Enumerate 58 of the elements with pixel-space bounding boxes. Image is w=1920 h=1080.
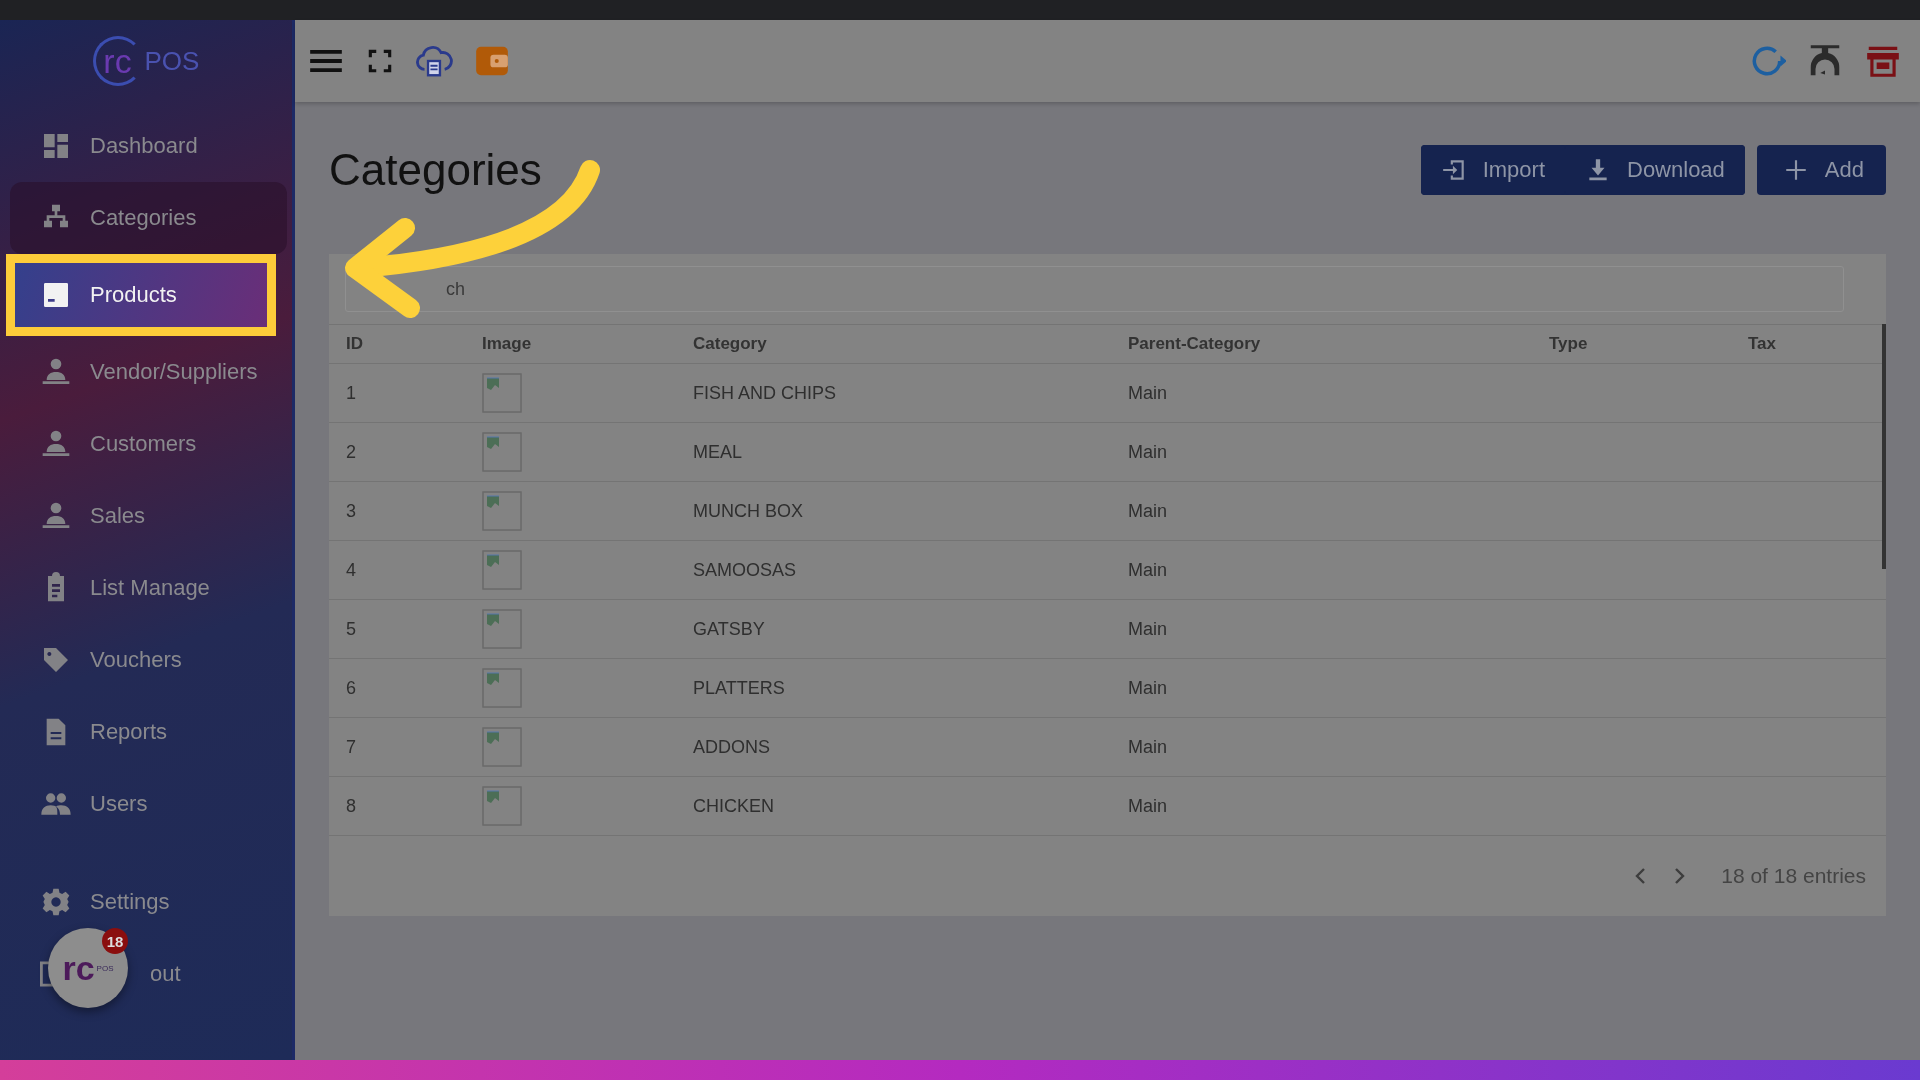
table-cell-text: Main <box>1128 736 1168 758</box>
table-cell-text: 6 <box>346 677 357 699</box>
table-cell-text: ADDONS <box>693 736 771 758</box>
sidebar-item[interactable]: List Manage <box>10 552 287 624</box>
logo: rc POS <box>0 20 292 102</box>
column-header: ID <box>346 334 364 354</box>
broken-image-icon <box>482 373 522 413</box>
notification-badge: 18 <box>102 928 128 954</box>
broken-image-icon <box>482 609 522 649</box>
broken-image-icon <box>482 727 522 767</box>
table-cell-text: Main <box>1128 559 1168 581</box>
table-cell-text: Main <box>1128 441 1168 463</box>
table-cell-text: MEAL <box>693 441 744 463</box>
broken-image-icon <box>482 668 522 708</box>
table-cell-text: 5 <box>346 618 357 640</box>
broken-image-icon <box>482 786 522 826</box>
sidebar-item[interactable]: Vendor/Suppliers <box>10 336 287 408</box>
page-title: Categories <box>329 145 543 195</box>
sidebar-item[interactable]: out <box>150 961 181 987</box>
column-header: Image <box>482 334 533 354</box>
sidebar-item[interactable]: Customers <box>10 408 287 480</box>
add-button[interactable]: Add <box>1756 145 1886 195</box>
table-cell-text: GATSBY <box>693 618 766 640</box>
sidebar-item[interactable]: Reports <box>10 696 287 768</box>
table-cell-text: 4 <box>346 559 357 581</box>
import-icon <box>1440 157 1467 183</box>
column-header: Tax <box>1748 334 1778 354</box>
table-cell-text: MUNCH BOX <box>693 500 804 522</box>
column-header: Parent-Category <box>1128 334 1262 354</box>
search-field[interactable]: ch <box>345 266 1844 312</box>
sidebar-item[interactable]: Products <box>6 254 276 336</box>
entries-count: 18 of 18 entries <box>1721 864 1866 888</box>
scrollbar[interactable] <box>1882 324 1886 569</box>
broken-image-icon <box>482 550 522 590</box>
table-cell-text: 3 <box>346 500 357 522</box>
table-cell-text: FISH AND CHIPS <box>693 382 838 404</box>
table-cell-text: 8 <box>346 795 357 817</box>
table-cell-text: PLATTERS <box>693 677 786 699</box>
sidebar-item[interactable]: Vouchers <box>10 624 287 696</box>
column-header: Type <box>1549 334 1589 354</box>
table-cell-text: Main <box>1128 677 1168 699</box>
sidebar-item[interactable]: Dashboard <box>10 110 287 182</box>
column-header: Category <box>693 334 768 354</box>
table-cell-text: Main <box>1128 500 1168 522</box>
table-cell-text: SAMOOSAS <box>693 559 798 581</box>
table-cell-text: Main <box>1128 382 1168 404</box>
table-cell-text: Main <box>1128 795 1168 817</box>
table-cell-text: Main <box>1128 618 1168 640</box>
table-cell-text: 1 <box>346 382 357 404</box>
sidebar-item[interactable]: Sales <box>10 480 287 552</box>
broken-image-icon <box>482 491 522 531</box>
table-cell-text: CHICKEN <box>693 795 775 817</box>
broken-image-icon <box>482 432 522 472</box>
sidebar-item[interactable]: Categories <box>10 182 287 254</box>
sidebar-item[interactable]: Users <box>10 768 287 840</box>
table-cell-text: 7 <box>346 736 357 758</box>
table-cell-text: 2 <box>346 441 357 463</box>
gear-icon <box>40 886 72 918</box>
